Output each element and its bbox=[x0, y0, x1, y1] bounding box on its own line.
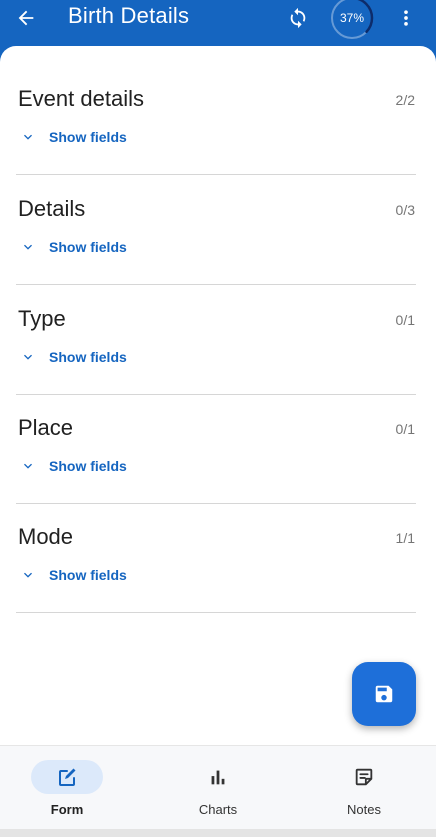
notes-icon bbox=[355, 768, 373, 786]
section-title: Event details bbox=[18, 86, 144, 111]
chevron-down-icon bbox=[24, 354, 32, 360]
divider bbox=[16, 612, 416, 613]
section-count: 1/1 bbox=[395, 530, 415, 546]
section-place: Place 0/1 Show fields bbox=[0, 375, 436, 485]
chevron-down-icon bbox=[24, 244, 32, 250]
sync-button[interactable] bbox=[284, 4, 312, 32]
show-fields-label: Show fields bbox=[49, 567, 127, 583]
show-fields-button[interactable]: Show fields bbox=[20, 564, 127, 586]
section-title: Type bbox=[18, 306, 66, 331]
nav-label: Form bbox=[50, 802, 84, 817]
section-title: Mode bbox=[18, 524, 74, 549]
section-type: Type 0/1 Show fields bbox=[0, 266, 436, 376]
nav-icon-container bbox=[328, 760, 400, 794]
completion-progress[interactable]: 37% bbox=[329, 0, 375, 41]
section-count: 0/3 bbox=[395, 202, 415, 218]
system-gesture-bar bbox=[0, 829, 436, 837]
save-icon bbox=[375, 685, 393, 703]
nav-label: Notes bbox=[347, 802, 381, 817]
nav-item-notes[interactable]: Notes bbox=[304, 746, 424, 830]
more-vert-icon bbox=[404, 10, 408, 26]
chevron-down-icon bbox=[24, 463, 32, 469]
show-fields-button[interactable]: Show fields bbox=[20, 126, 127, 148]
section-title: Details bbox=[18, 196, 86, 221]
nav-active-indicator bbox=[31, 760, 103, 794]
more-options-button[interactable] bbox=[394, 4, 418, 32]
section-mode: Mode 1/1 Show fields bbox=[0, 484, 436, 594]
arrow-back-icon bbox=[18, 10, 34, 26]
chevron-down-icon bbox=[24, 572, 32, 578]
show-fields-button[interactable]: Show fields bbox=[20, 346, 127, 368]
show-fields-label: Show fields bbox=[49, 239, 127, 255]
section-event-details: Event details 2/2 Show fields bbox=[0, 46, 436, 156]
nav-item-charts[interactable]: Charts bbox=[158, 746, 278, 830]
bottom-navigation: Form Charts Notes bbox=[0, 745, 436, 829]
bar-chart-icon bbox=[211, 770, 225, 785]
page-title: Birth Details bbox=[68, 3, 190, 28]
nav-icon-container bbox=[182, 760, 254, 794]
show-fields-label: Show fields bbox=[49, 349, 127, 365]
chevron-down-icon bbox=[24, 134, 32, 140]
section-details: Details 0/3 Show fields bbox=[0, 156, 436, 266]
show-fields-label: Show fields bbox=[49, 129, 127, 145]
show-fields-button[interactable]: Show fields bbox=[20, 455, 127, 477]
save-button[interactable] bbox=[352, 662, 416, 726]
edit-form-icon bbox=[59, 768, 76, 786]
section-count: 0/1 bbox=[395, 312, 415, 328]
back-button[interactable] bbox=[12, 4, 40, 32]
nav-label: Charts bbox=[198, 802, 238, 817]
progress-percent: 37% bbox=[339, 11, 365, 25]
section-count: 0/1 bbox=[395, 421, 415, 437]
show-fields-label: Show fields bbox=[49, 458, 127, 474]
nav-item-form[interactable]: Form bbox=[7, 746, 127, 830]
form-content: Event details 2/2 Show fields Details 0/… bbox=[0, 46, 436, 745]
sync-icon bbox=[290, 7, 306, 29]
show-fields-button[interactable]: Show fields bbox=[20, 236, 127, 258]
section-count: 2/2 bbox=[395, 92, 415, 108]
section-title: Place bbox=[18, 415, 74, 440]
